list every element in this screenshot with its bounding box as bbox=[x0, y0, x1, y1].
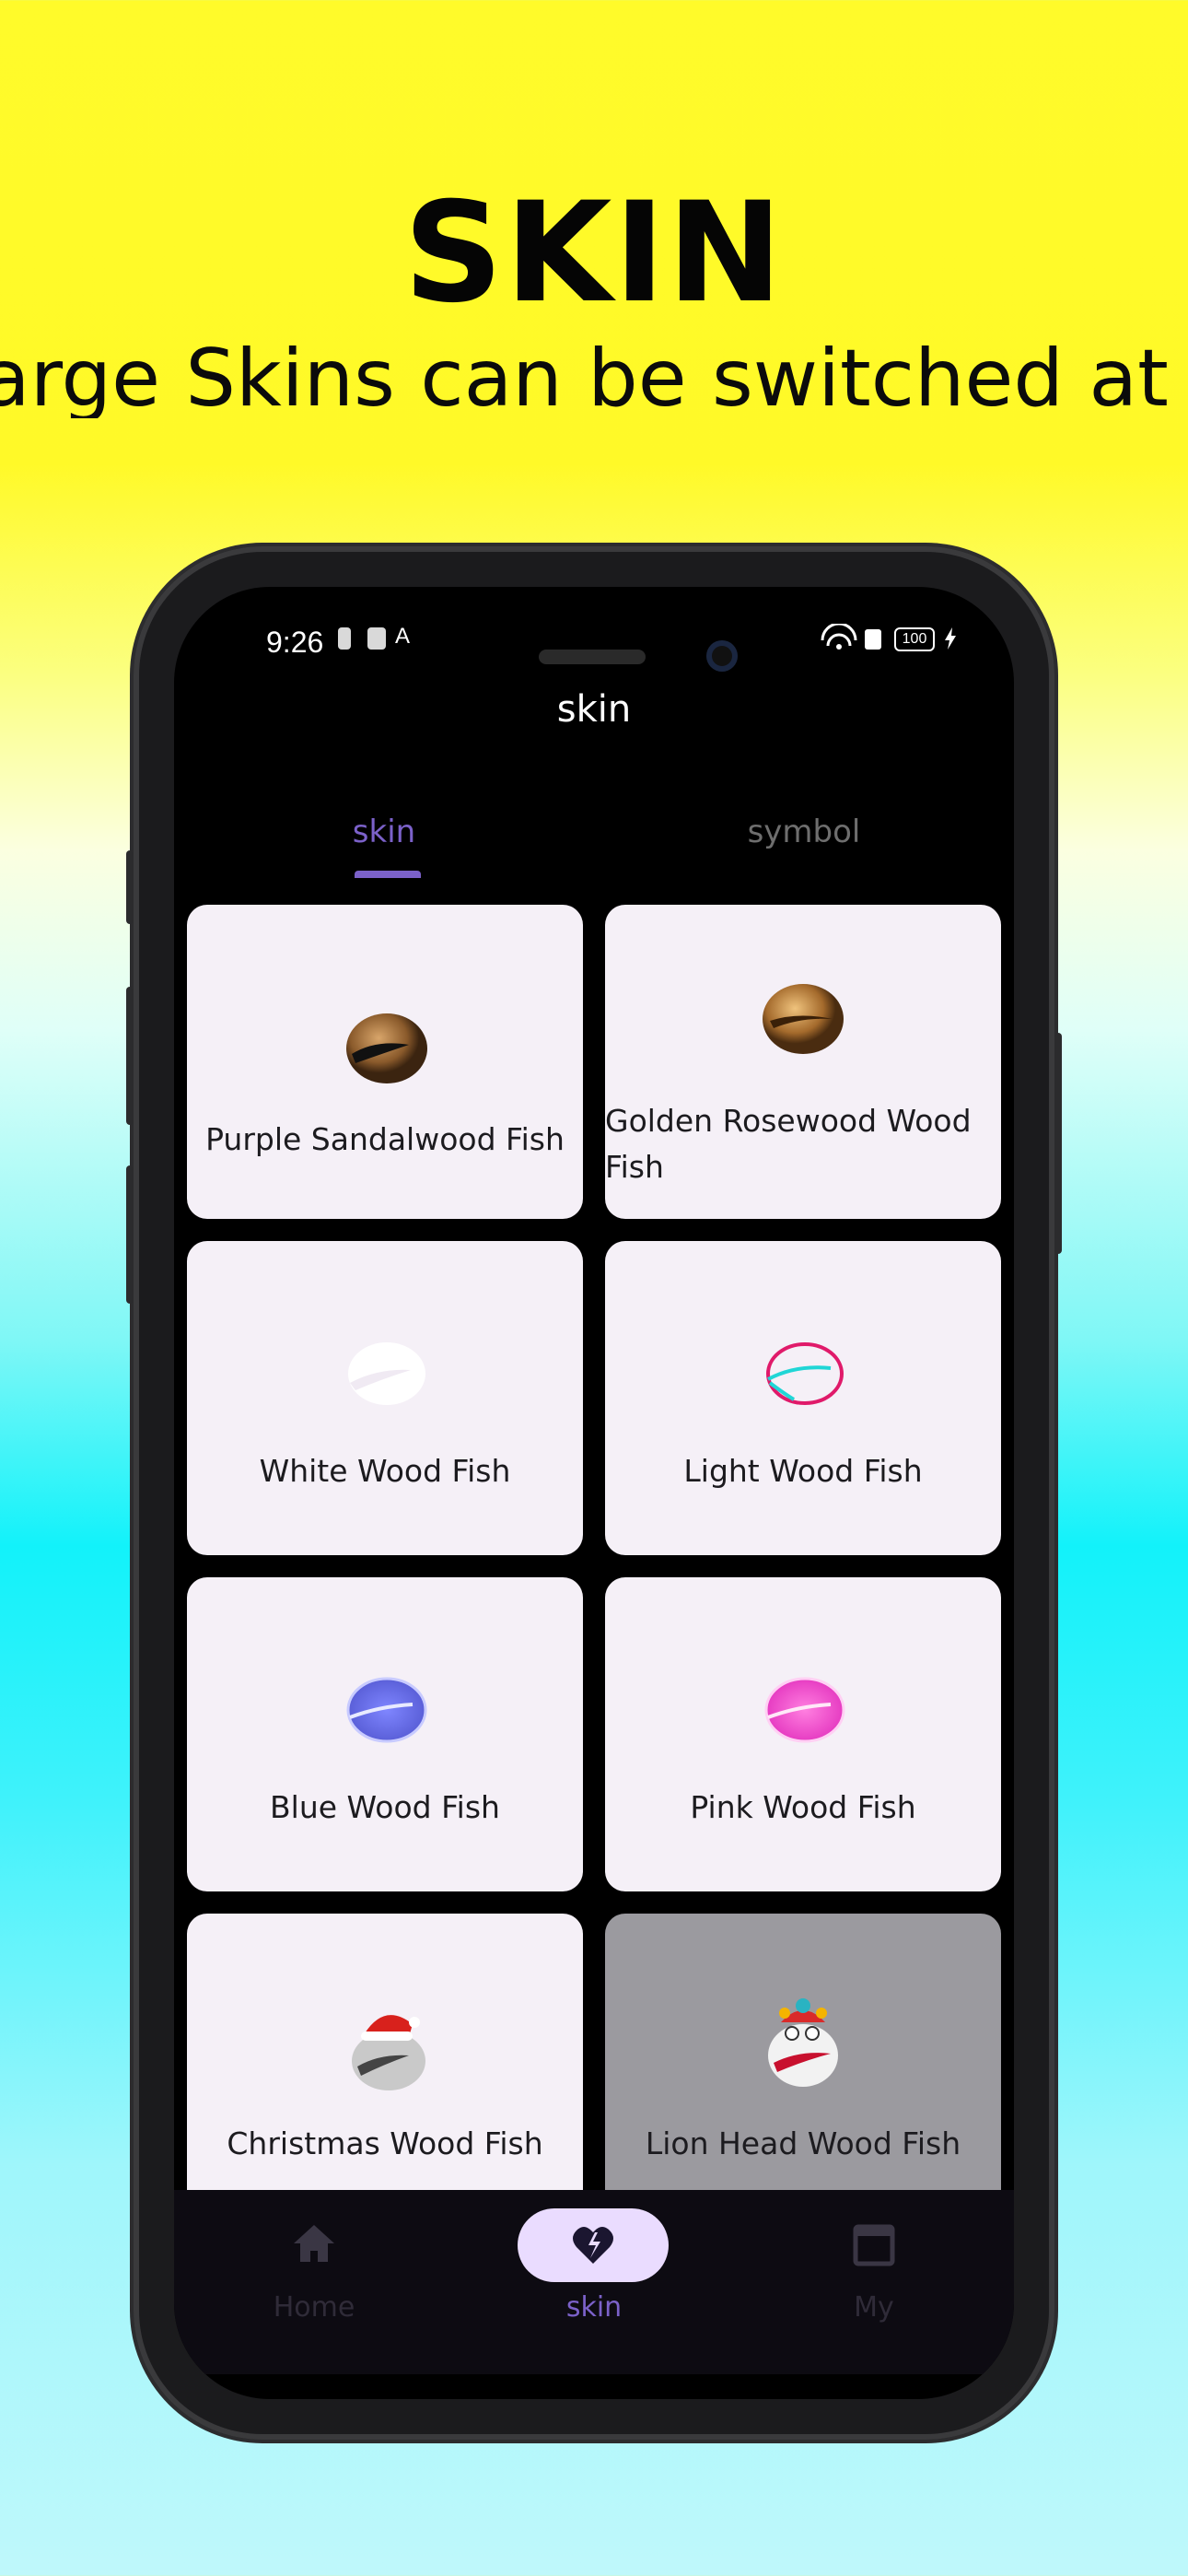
nav-my-label: My bbox=[854, 2291, 894, 2324]
notification-a-icon: A bbox=[395, 624, 411, 649]
bottom-navigation: Home skin My bbox=[174, 2190, 1014, 2374]
white-wood-fish-icon bbox=[348, 1342, 425, 1405]
skin-card-light[interactable]: Light Wood Fish bbox=[605, 1241, 1001, 1555]
skin-card-label: Lion Head Wood Fish bbox=[645, 2125, 961, 2161]
front-camera bbox=[706, 640, 738, 672]
skin-card-label: Light Wood Fish bbox=[683, 1453, 923, 1489]
skin-card-golden-rosewood[interactable]: Golden Rosewood Wood Fish bbox=[605, 905, 1001, 1219]
broken-heart-icon bbox=[573, 2227, 613, 2264]
volume-up-button bbox=[126, 987, 134, 1125]
skin-card-label: Christmas Wood Fish bbox=[227, 2125, 543, 2161]
skin-card-label: White Wood Fish bbox=[259, 1453, 511, 1489]
skin-card-pink[interactable]: Pink Wood Fish bbox=[605, 1577, 1001, 1891]
nav-home[interactable] bbox=[174, 2190, 454, 2374]
phone-frame: 9:26 A 100 skin skin symbol Purple Sanda… bbox=[126, 546, 1062, 2440]
battery-saver-icon bbox=[338, 627, 351, 650]
nav-home-label: Home bbox=[273, 2291, 355, 2324]
app-screen: 9:26 A 100 skin skin symbol Purple Sanda… bbox=[174, 587, 1014, 2399]
skin-card-christmas[interactable]: Christmas Wood Fish bbox=[187, 1914, 583, 2228]
skin-card-label: Purple Sandalwood Fish bbox=[205, 1121, 565, 1157]
blue-glow-wood-fish-icon bbox=[346, 1677, 427, 1743]
skin-card-label: Blue Wood Fish bbox=[270, 1789, 500, 1825]
nav-my[interactable] bbox=[734, 2190, 1014, 2374]
profile-box-icon bbox=[853, 2224, 895, 2266]
skin-card-white[interactable]: White Wood Fish bbox=[187, 1241, 583, 1555]
status-bar: 9:26 A 100 bbox=[174, 587, 1014, 688]
banner-headline: SKIN bbox=[403, 173, 785, 334]
tab-symbol[interactable]: symbol bbox=[594, 804, 1014, 860]
santa-hat-wood-fish-icon bbox=[352, 2015, 425, 2090]
tab-bar: skin symbol bbox=[174, 804, 1014, 878]
action-button bbox=[126, 850, 134, 924]
page-title: skin bbox=[556, 688, 632, 731]
home-icon bbox=[294, 2225, 334, 2262]
charging-icon bbox=[945, 627, 956, 650]
nav-skin-label: skin bbox=[565, 2291, 623, 2324]
nav-skin-pill[interactable] bbox=[518, 2208, 669, 2282]
pink-glow-wood-fish-icon bbox=[764, 1677, 845, 1743]
sim-icon bbox=[367, 627, 386, 650]
skin-card-purple-sandalwood[interactable]: Purple Sandalwood Fish bbox=[187, 905, 583, 1219]
tab-indicator bbox=[355, 871, 421, 878]
skin-card-label: Golden Rosewood Wood Fish bbox=[605, 1103, 972, 1185]
skin-card-label: Pink Wood Fish bbox=[690, 1789, 916, 1825]
skin-card-blue[interactable]: Blue Wood Fish bbox=[187, 1577, 583, 1891]
brown-wood-fish-icon bbox=[346, 1013, 427, 1083]
status-time: 9:26 bbox=[266, 626, 324, 659]
lion-head-wood-fish-icon bbox=[768, 1998, 838, 2087]
banner-subline: arge Skins can be switched at w bbox=[0, 339, 1188, 418]
battery-indicator: 100 bbox=[894, 627, 935, 651]
golden-wood-fish-icon bbox=[763, 984, 844, 1054]
neon-outline-wood-fish-icon bbox=[766, 1342, 844, 1405]
power-button bbox=[1054, 1033, 1062, 1254]
tab-skin[interactable]: skin bbox=[174, 804, 594, 860]
speaker-grille bbox=[539, 650, 646, 664]
volume-down-button bbox=[126, 1165, 134, 1304]
signal-wifi-icon bbox=[821, 624, 881, 650]
skin-card-lion-head[interactable]: Lion Head Wood Fish bbox=[605, 1914, 1001, 2228]
